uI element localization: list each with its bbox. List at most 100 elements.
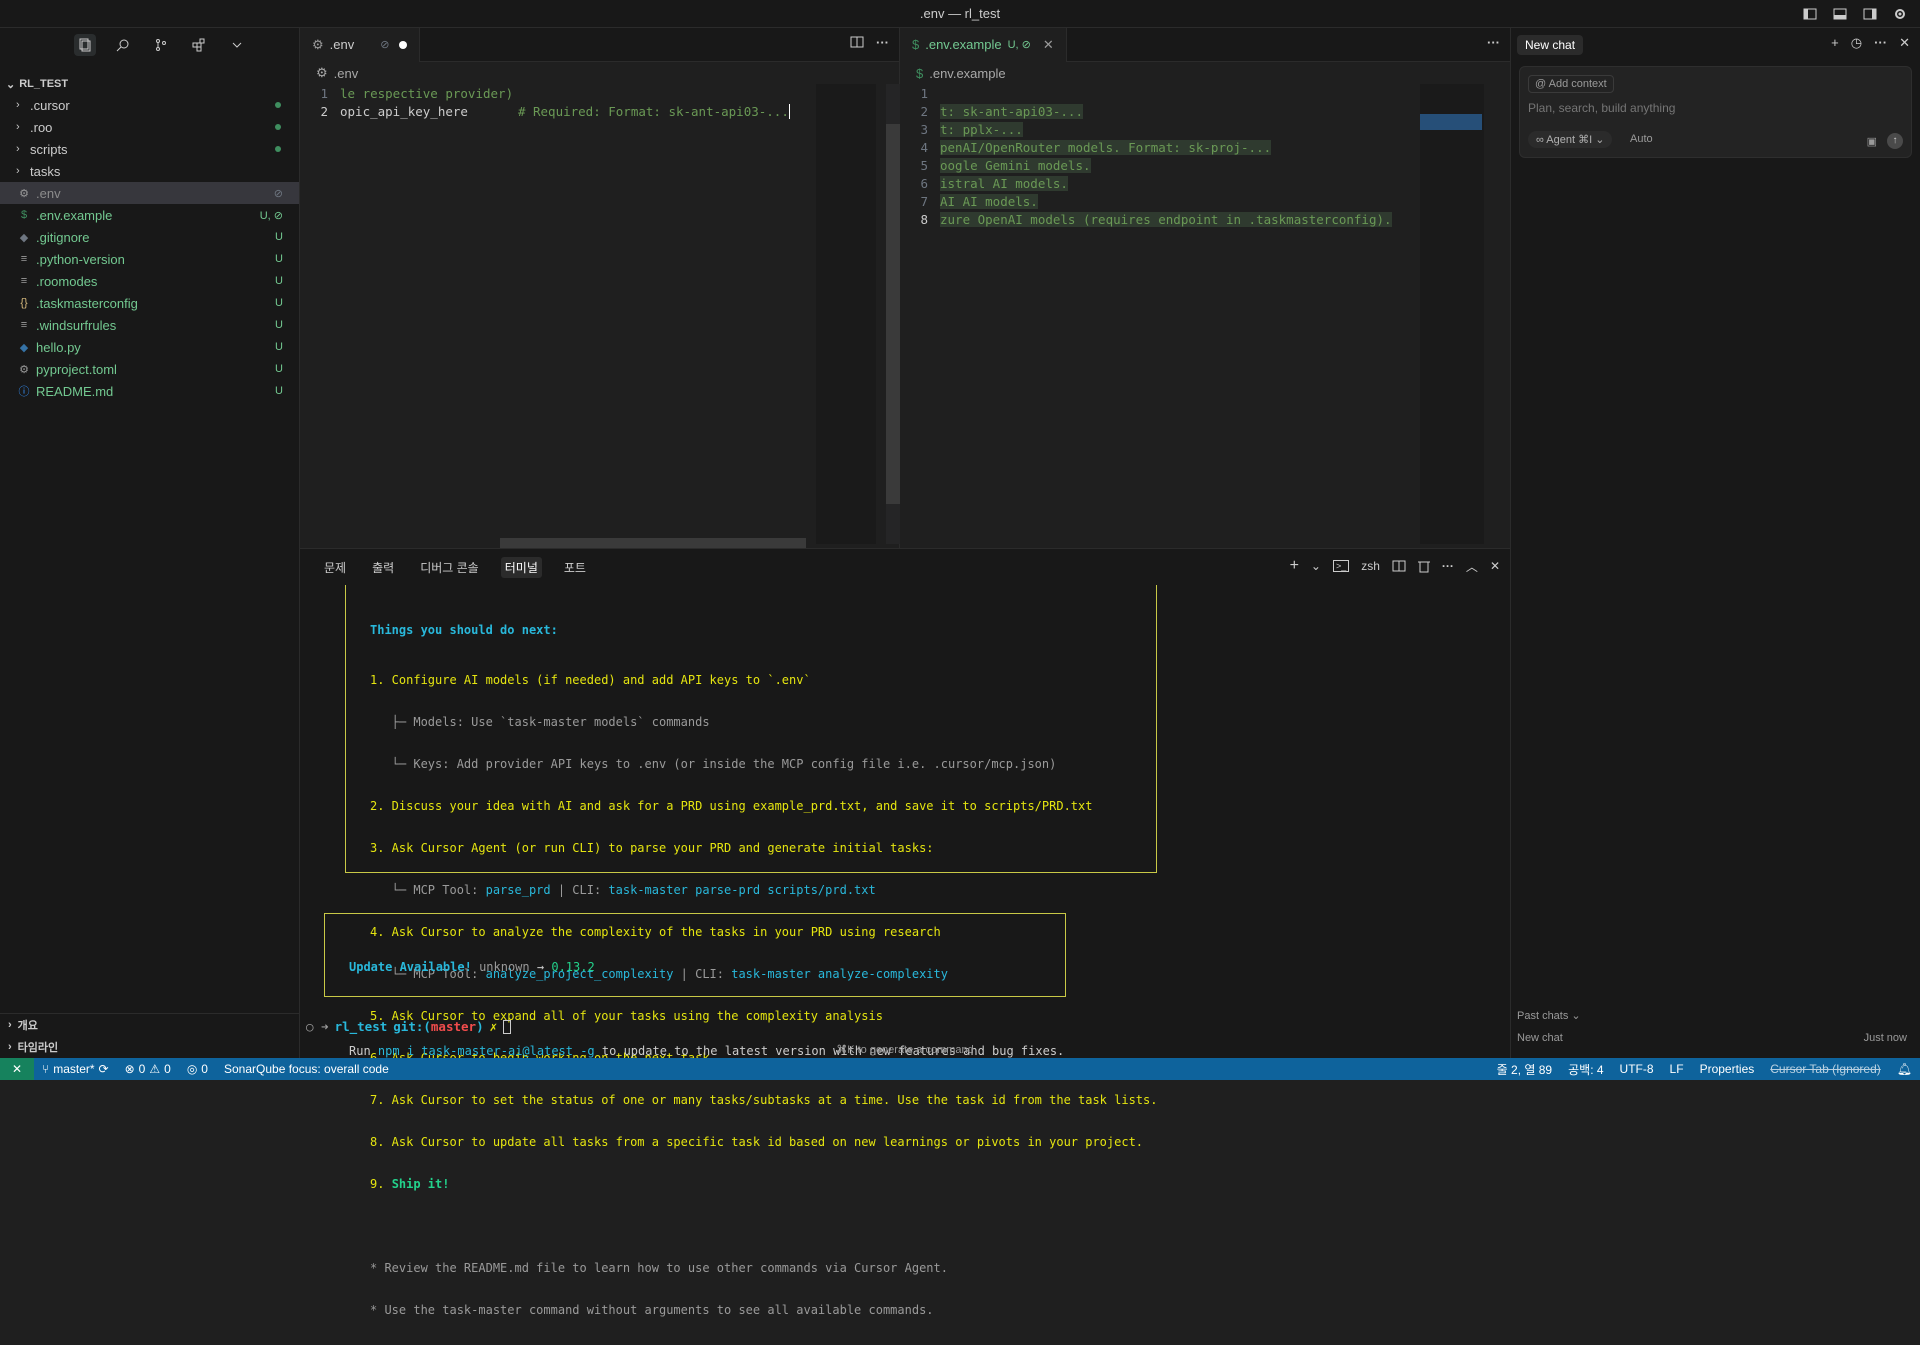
more-actions-icon[interactable]: ··· [1874,35,1887,51]
panel-tab[interactable]: 포트 [560,557,590,578]
more-actions-icon[interactable]: ··· [1442,559,1454,573]
new-terminal-icon[interactable]: + [1290,557,1299,575]
unsaved-dot-icon[interactable] [399,40,408,49]
step-detail: └─ MCP Tool: parse_prd | CLI: task-maste… [370,883,1156,897]
bell-icon[interactable]: 🔔︎ [1889,1058,1920,1080]
horizontal-scrollbar-thumb[interactable] [500,538,806,548]
timeline-section[interactable]: › 타임라인 [0,1036,300,1058]
encoding[interactable]: UTF-8 [1612,1058,1662,1080]
text-file-icon: ≡ [20,275,28,287]
modified-dot-icon [275,146,281,152]
past-chats-toggle[interactable]: Past chats ⌄ [1517,1009,1581,1022]
settings-gear-icon[interactable] [1890,4,1910,24]
history-icon[interactable]: ◷ [1851,35,1862,51]
more-actions-icon[interactable]: ··· [1487,35,1500,50]
chevron-down-icon[interactable]: ⌄ [1311,559,1321,573]
model-selector[interactable]: Auto [1630,133,1653,145]
extensions-icon[interactable] [188,34,210,56]
explorer-root[interactable]: ⌄ RL_TEST [0,74,299,94]
sidebar-toolbar [0,28,299,62]
explorer-files-icon[interactable] [74,34,96,56]
trash-icon[interactable] [1417,559,1430,573]
search-icon[interactable] [112,34,134,56]
past-chat-item[interactable]: New chat Just now [1517,1032,1907,1044]
git-icon: ◆ [19,231,29,244]
tree-item-env[interactable]: ⚙ .env ⊘ [0,182,299,204]
remote-indicator[interactable]: ✕ [0,1058,34,1080]
panel-tab[interactable]: 디버그 콘솔 [416,557,483,578]
plus-icon[interactable]: + [1831,35,1839,51]
image-icon[interactable]: ▣ [1867,135,1877,148]
tab-env-example[interactable]: $ .env.example U, ⊘ ✕ [900,27,1067,62]
close-icon[interactable]: ✕ [1899,35,1910,51]
minimap[interactable] [816,84,876,544]
send-icon[interactable]: ↑ [1887,133,1903,149]
more-actions-icon[interactable]: ··· [876,35,889,50]
maximize-panel-icon[interactable]: ︿ [1466,558,1478,575]
toggle-secondary-sidebar-icon[interactable] [1860,4,1880,24]
indentation[interactable]: 공백: 4 [1560,1058,1611,1080]
cursor-position[interactable]: 줄 2, 열 89 [1489,1058,1560,1080]
cursor-tab-status[interactable]: Cursor Tab (Ignored) [1762,1058,1889,1080]
code-area[interactable]: 1 2 t: sk-ant-api03-... 3 t: pplx-... 4 penAI/… [900,84,1510,228]
tree-item-taskmasterconfig[interactable]: {} .taskmasterconfig U [0,292,299,314]
root-folder-name: RL_TEST [19,78,69,90]
panel-tab[interactable]: 출력 [368,557,398,578]
error-count: 0 [138,1062,146,1076]
tab-env[interactable]: ⚙ .env ⊘ [300,27,421,62]
scrollbar-thumb[interactable] [886,124,900,504]
agent-mode-button[interactable]: ∞ Agent ⌘I ⌄ [1528,131,1613,148]
code-area[interactable]: 1 le respective provider) 2 opic_api_key_h… [300,84,899,120]
tree-item-label: hello.py [36,339,81,355]
tree-item-python-version[interactable]: ≡ .python-version U [0,248,299,270]
tree-item-roomodes[interactable]: ≡ .roomodes U [0,270,299,292]
breadcrumb[interactable]: $ .env.example [900,62,1510,84]
toggle-panel-icon[interactable] [1830,4,1850,24]
panel-tab[interactable]: 문제 [320,557,350,578]
add-context-button[interactable]: @ Add context [1528,75,1614,93]
tree-item-readme-md[interactable]: ⓘ README.md U [0,380,299,402]
chat-tab[interactable]: New chat [1517,35,1584,55]
source-control-icon[interactable] [150,34,172,56]
at-icon: @ [1535,78,1549,90]
minimap[interactable] [1420,84,1484,544]
tree-item-scripts[interactable]: › scripts [0,138,299,160]
language-mode[interactable]: Properties [1692,1058,1763,1080]
gear-icon: ⚙ [316,65,328,80]
breadcrumb-file: .env [333,65,359,81]
breadcrumb[interactable]: ⚙ .env [300,62,899,84]
tree-item-hello-py[interactable]: ◆ hello.py U [0,336,299,358]
tree-item-roo[interactable]: › .roo [0,116,299,138]
tree-item-env-example[interactable]: $ .env.example U, ⊘ [0,204,299,226]
toggle-primary-sidebar-icon[interactable] [1800,4,1820,24]
tree-item-pyproject-toml[interactable]: ⚙ pyproject.toml U [0,358,299,380]
line-number: 1 [920,85,928,101]
panel-tab[interactable]: 터미널 [500,556,542,578]
vertical-scrollbar[interactable] [886,84,900,544]
tree-item-label: .windsurfrules [36,317,117,333]
untracked-badge: U, ⊘ [1007,39,1031,51]
close-icon[interactable]: ✕ [1490,559,1500,573]
terminal-prompt[interactable]: ○ ➜ rl_test git:(master) ✗ [306,1019,512,1034]
split-terminal-icon[interactable] [1392,559,1406,573]
shell-name[interactable]: zsh [1361,559,1380,573]
chevron-down-icon[interactable] [226,34,248,56]
tree-item-tasks[interactable]: › tasks [0,160,299,182]
tree-item-label: .taskmasterconfig [36,295,138,311]
split-editor-icon[interactable] [850,35,864,50]
branch-name: master* [53,1062,95,1076]
chat-input[interactable] [1528,101,1908,115]
tree-item-gitignore[interactable]: ◆ .gitignore U [0,226,299,248]
problems-status[interactable]: ⊗ 0 ⚠ 0 [117,1058,179,1080]
sonarqube-status[interactable]: SonarQube focus: overall code [216,1058,397,1080]
tree-item-windsurfrules[interactable]: ≡ .windsurfrules U [0,314,299,336]
terminal-icon[interactable]: >_ [1332,560,1350,572]
tree-item-label: scripts [30,141,68,157]
close-icon[interactable]: ✕ [1043,37,1054,53]
outline-section[interactable]: › 개요 [0,1014,300,1036]
ports-status[interactable]: ◎ 0 [179,1058,216,1080]
git-branch-status[interactable]: ⑂ master* ⟳ [34,1058,117,1080]
line-text: penAI/OpenRouter models. Format: sk-proj… [940,139,1272,155]
tree-item-cursor[interactable]: › .cursor [0,94,299,116]
end-of-line[interactable]: LF [1662,1058,1692,1080]
